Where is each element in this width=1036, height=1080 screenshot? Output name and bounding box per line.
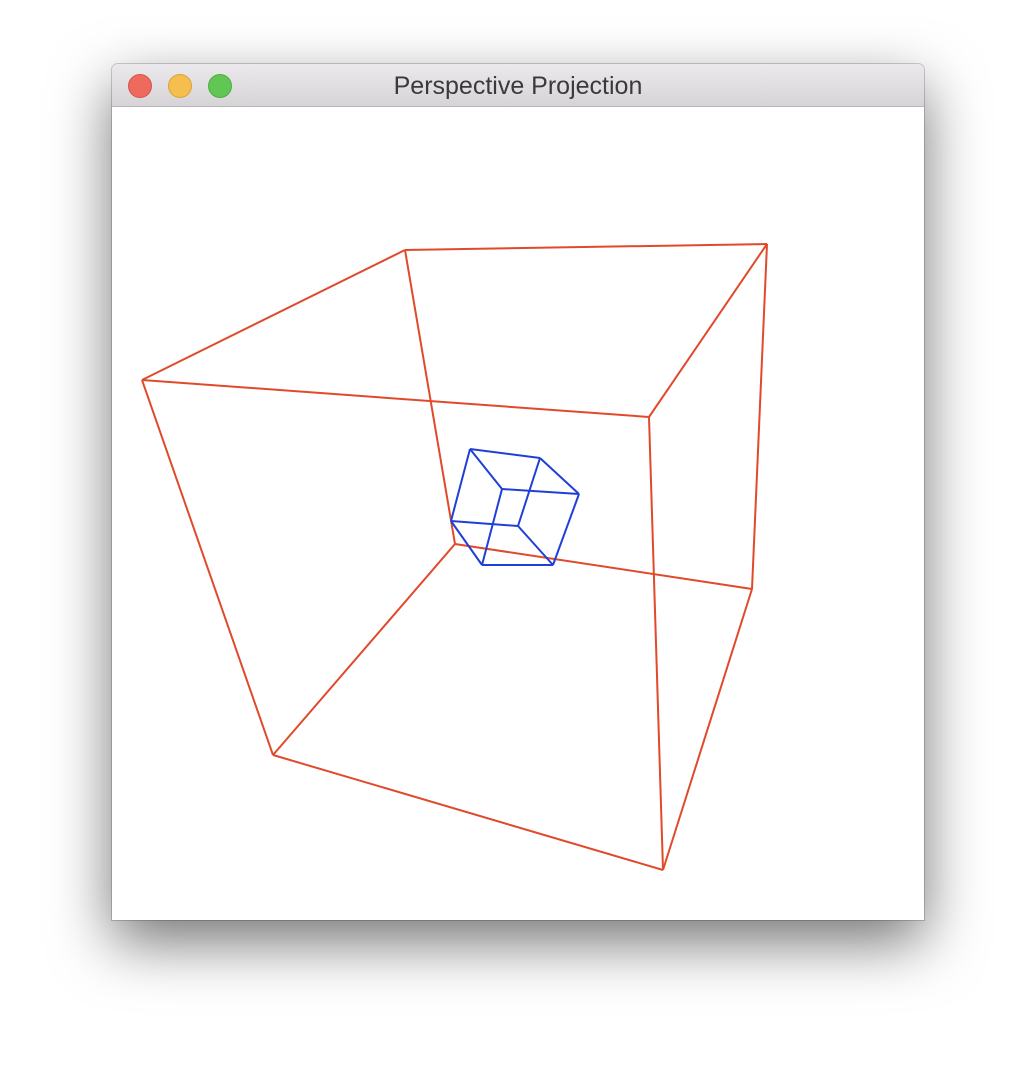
render-canvas[interactable]: [112, 107, 924, 920]
window-title: Perspective Projection: [393, 72, 643, 100]
outer-cube: [141, 243, 768, 871]
inner-edge: [552, 493, 580, 566]
outer-edge: [751, 243, 768, 590]
outer-edge: [141, 379, 274, 756]
title-bar[interactable]: Perspective Projection: [112, 64, 924, 107]
inner-cube: [450, 448, 580, 566]
inner-edge: [469, 448, 503, 490]
inner-edge: [469, 448, 541, 459]
inner-edge: [450, 448, 471, 522]
app-window: Perspective Projection: [112, 64, 924, 920]
outer-edge: [648, 416, 664, 871]
outer-edge: [141, 379, 650, 418]
outer-edge: [404, 243, 768, 251]
outer-edge: [272, 754, 664, 871]
outer-edge: [662, 588, 753, 871]
inner-edge: [501, 488, 580, 495]
outer-edge: [404, 249, 456, 545]
inner-edge: [450, 520, 519, 527]
inner-edge: [517, 525, 554, 566]
projection-view: [141, 243, 768, 871]
outer-edge: [141, 249, 406, 381]
inner-edge: [481, 488, 503, 566]
outer-edge: [272, 543, 456, 756]
outer-edge: [454, 543, 753, 590]
inner-edge: [539, 457, 580, 495]
outer-edge: [648, 243, 768, 418]
